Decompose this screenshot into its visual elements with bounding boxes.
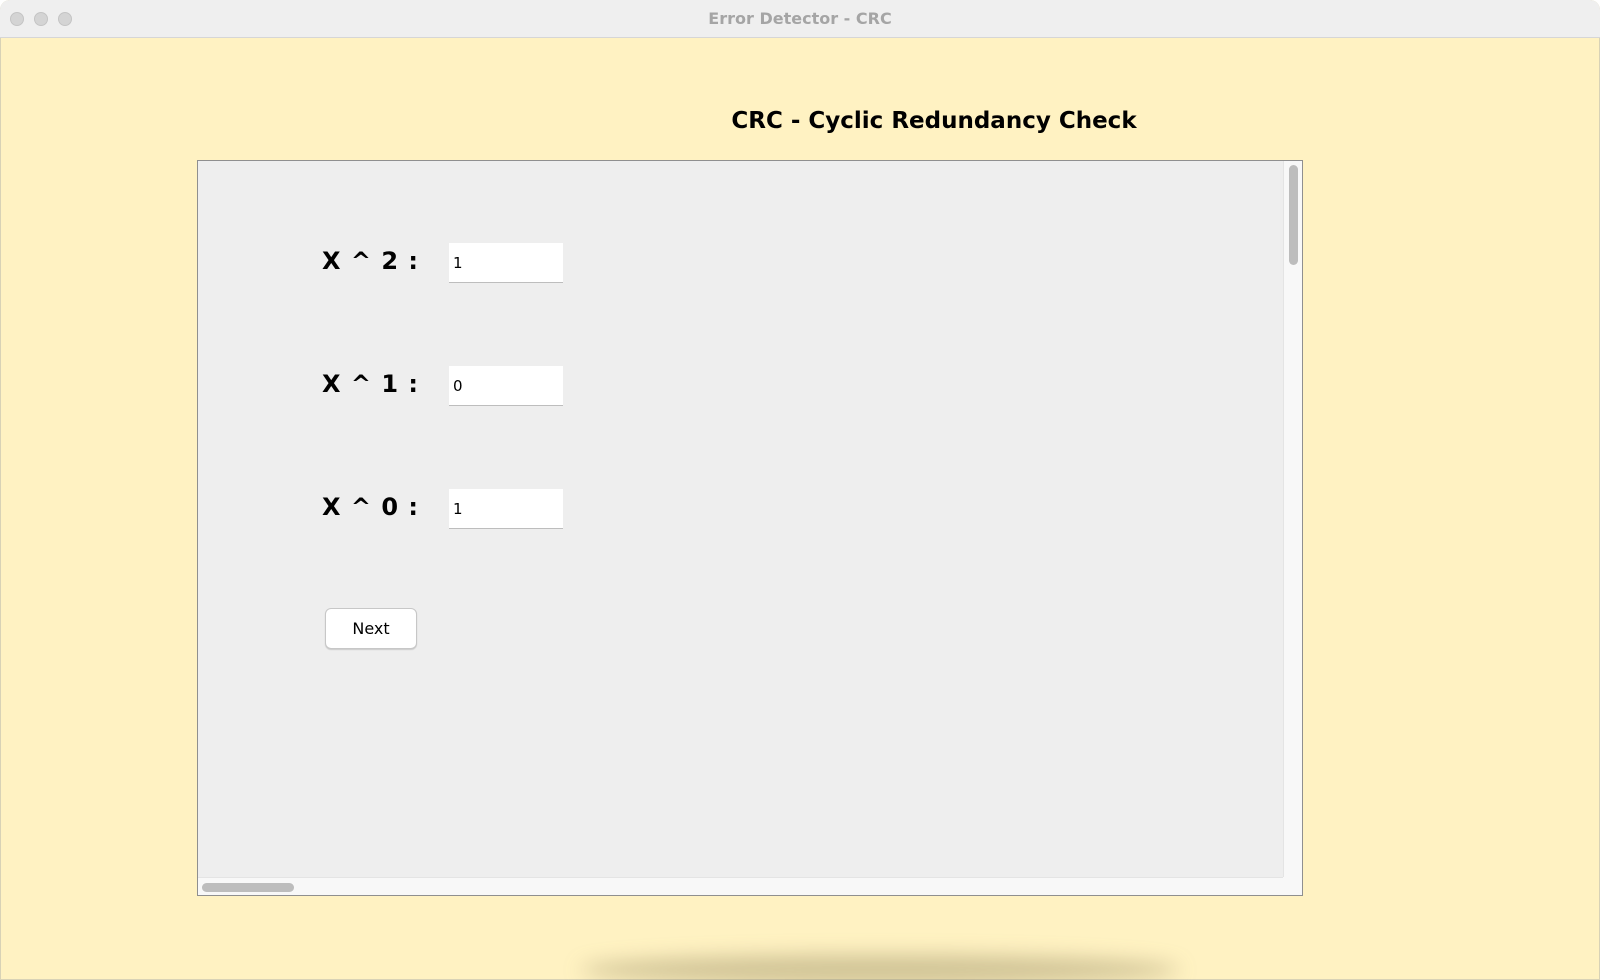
scroll-panel: X ^ 2 : X ^ 1 : X ^ 0 : Next: [197, 160, 1303, 896]
x1-label: X ^ 1 :: [322, 370, 419, 398]
vertical-scroll-thumb[interactable]: [1289, 165, 1298, 265]
horizontal-scrollbar[interactable]: [198, 877, 1284, 895]
scroll-corner: [1283, 877, 1302, 895]
next-button[interactable]: Next: [325, 608, 417, 649]
x0-coefficient-input[interactable]: [449, 489, 563, 529]
app-window: Error Detector - CRC CRC - Cyclic Redund…: [0, 0, 1600, 980]
page-title: CRC - Cyclic Redundancy Check: [731, 108, 1137, 134]
x2-label: X ^ 2 :: [322, 247, 419, 275]
window-title: Error Detector - CRC: [708, 9, 892, 28]
vertical-scrollbar[interactable]: [1283, 161, 1302, 877]
dock-shadow: [580, 955, 1180, 980]
horizontal-scroll-thumb[interactable]: [202, 883, 294, 892]
title-bar[interactable]: Error Detector - CRC: [0, 0, 1600, 38]
x1-coefficient-input[interactable]: [449, 366, 563, 406]
x0-label: X ^ 0 :: [322, 493, 419, 521]
x2-coefficient-input[interactable]: [449, 243, 563, 283]
